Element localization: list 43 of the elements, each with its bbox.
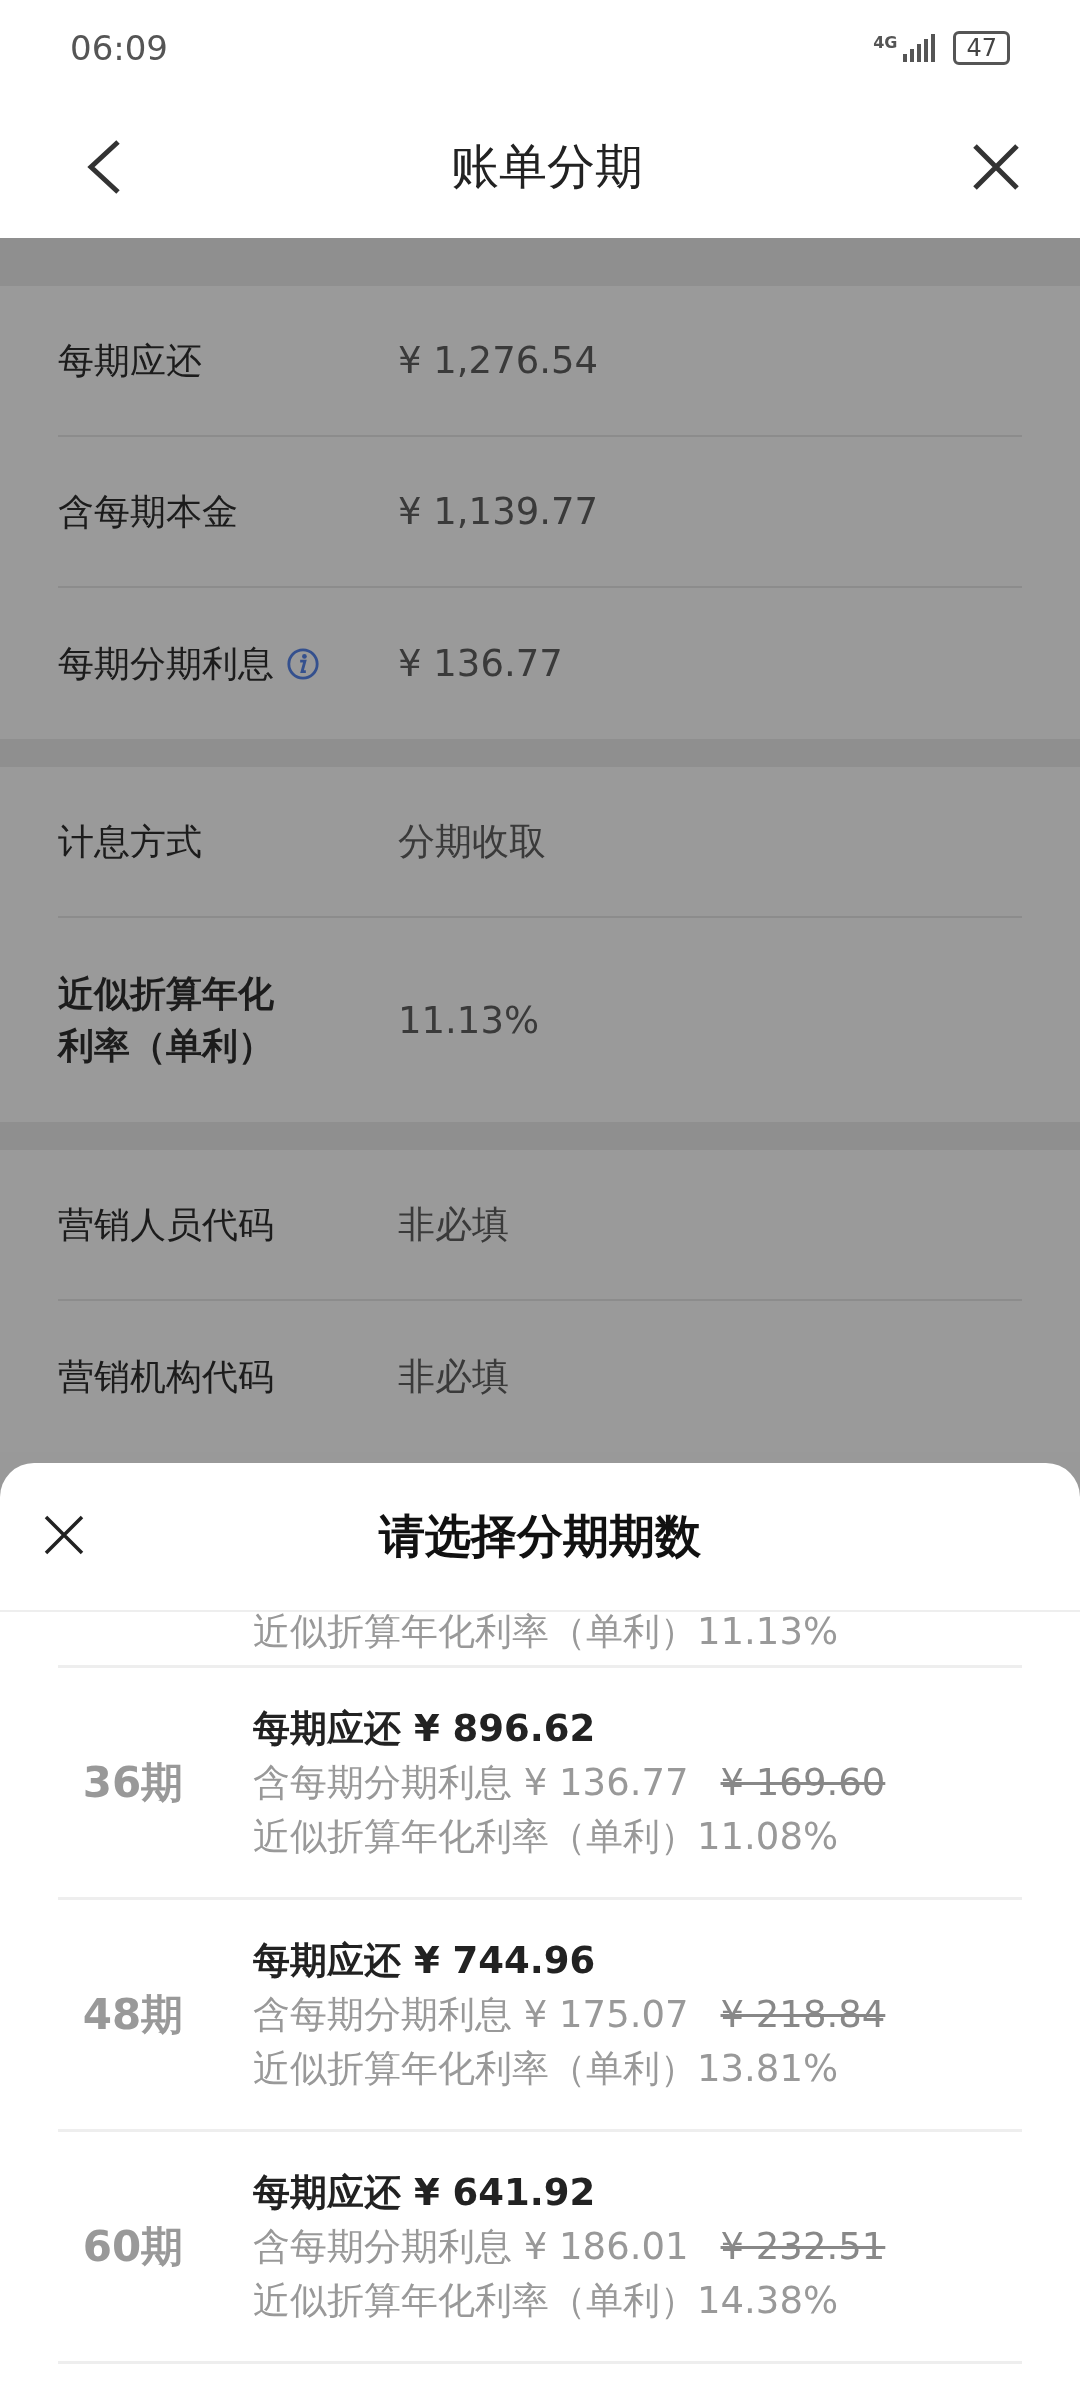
interest-text: 含每期分期利息 ¥ 175.07 [253, 1992, 689, 2036]
term-label: 60期 [81, 2220, 185, 2273]
rate-text: 近似折算年化利率（单利）11.13% [253, 1612, 839, 1652]
interest-text: 含每期分期利息 ¥ 136.77 [253, 1760, 689, 1804]
original-interest: ¥ 218.84 [720, 1992, 886, 2036]
info-icon[interactable] [286, 646, 320, 681]
field-value: ¥ 1,276.54 [398, 339, 599, 382]
field-value: 非必填 [398, 1353, 509, 1400]
field-value: ¥ 1,139.77 [398, 490, 599, 533]
field-label: 营销人员代码 [58, 1202, 274, 1247]
original-interest: ¥ 232.51 [720, 2224, 886, 2268]
payment-text: 每期应还 ¥ 896.62 [253, 1705, 597, 1752]
field-label: 营销机构代码 [58, 1354, 274, 1399]
signal-icon [903, 34, 936, 62]
battery-indicator: 47 [953, 31, 1010, 65]
interest-text: 含每期分期利息 ¥ 186.01 [253, 2224, 689, 2268]
back-icon[interactable] [86, 139, 122, 195]
term-option[interactable]: 48期 每期应还 ¥ 744.96 含每期分期利息 ¥ 175.07 ¥ 218.84 近似折算年化利率（单利）13.81% [58, 1900, 1022, 2132]
close-icon[interactable] [44, 1515, 84, 1555]
term-option[interactable]: 36期 每期应还 ¥ 896.62 含每期分期利息 ¥ 136.77 ¥ 169.60 近似折算年化利率（单利）11.08% [58, 1668, 1022, 1900]
term-option[interactable]: 60期 每期应还 ¥ 641.92 含每期分期利息 ¥ 186.01 ¥ 232.51 近似折算年化利率（单利）14.38% [58, 2132, 1022, 2364]
rate-text: 近似折算年化利率（单利）13.81% [253, 2045, 840, 2092]
field-value: 分期收取 [398, 818, 546, 865]
page-title: 账单分期 [451, 137, 643, 196]
rate-text: 近似折算年化利率（单利）14.38% [253, 2277, 840, 2324]
field-label: 含每期本金 [58, 489, 238, 534]
payment-text: 每期应还 ¥ 744.96 [253, 1937, 597, 1984]
network-type: 4G [873, 33, 898, 52]
payment-text: 每期应还 ¥ 641.92 [253, 2169, 597, 2216]
field-label: 计息方式 [58, 819, 202, 864]
sheet-title: 请选择分期期数 [379, 1507, 701, 1565]
rate-text: 近似折算年化利率（单利）11.08% [253, 1813, 840, 1860]
field-value: 非必填 [398, 1201, 509, 1248]
field-value: ¥ 136.77 [398, 642, 563, 685]
original-interest: ¥ 169.60 [720, 1760, 886, 1804]
field-label: 每期应还 [58, 338, 202, 383]
term-label: 36期 [81, 1756, 185, 1809]
field-value: 11.13% [398, 998, 540, 1042]
term-label: 48期 [81, 1988, 185, 2041]
status-time: 06:09 [70, 28, 168, 68]
close-icon[interactable] [972, 143, 1020, 191]
field-label: 近似折算年化利率（单利） [58, 972, 275, 1068]
field-label: 每期分期利息 [58, 641, 274, 686]
